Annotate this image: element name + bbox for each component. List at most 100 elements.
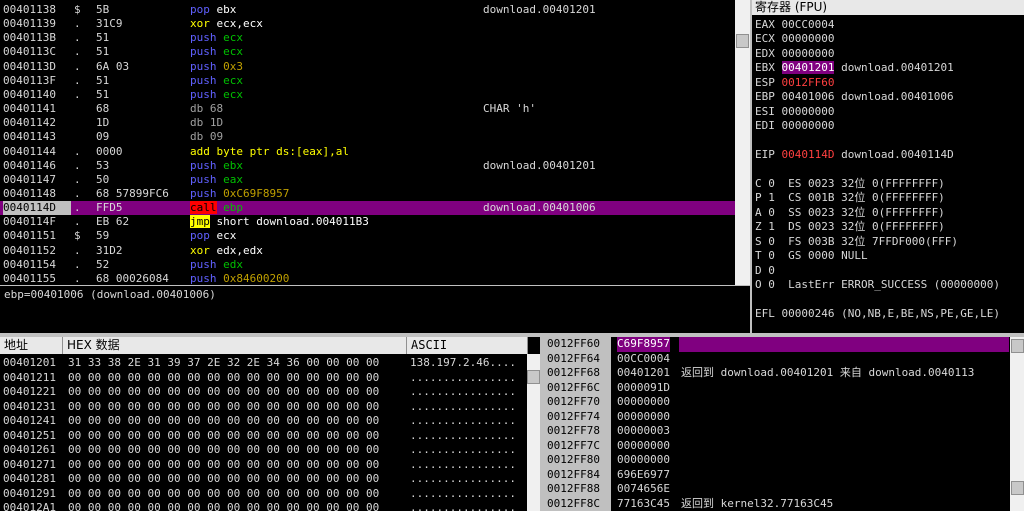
- disassembly-row[interactable]: 0040113D. 6A 03 push 0x3: [0, 60, 735, 74]
- memory-dump-pane[interactable]: 地址 HEX 数据 ASCII 00401201 31 33 38 2E 31 3…: [0, 337, 540, 511]
- dump-scroll-thumb[interactable]: [527, 370, 540, 384]
- stack-row[interactable]: 0012FF74 00000000: [543, 409, 1009, 424]
- dump-address: 00401241: [3, 414, 56, 427]
- disassembly-row[interactable]: 0040113B. 51 push ecx: [0, 31, 735, 45]
- instruction-mnemonic: push: [190, 45, 217, 59]
- register-line[interactable]: EDI 00000000: [755, 119, 834, 133]
- dump-address: 00401261: [3, 443, 56, 456]
- stack-value: 00000000: [617, 395, 670, 408]
- dump-hex-bytes: 00 00 00 00 00 00 00 00 00 00 00 00 00 0…: [68, 385, 380, 398]
- register-line[interactable]: S 0 FS 003B 32位 7FFDF000(FFF): [755, 235, 958, 249]
- register-line[interactable]: P 1 CS 001B 32位 0(FFFFFFFF): [755, 191, 945, 205]
- instruction-marker: .: [74, 172, 81, 186]
- register-text: A 0 SS 0023 32位 0(FFFFFFFF): [755, 205, 945, 219]
- register-line[interactable]: A 0 SS 0023 32位 0(FFFFFFFF): [755, 206, 945, 220]
- dump-scrollbar[interactable]: [527, 354, 540, 511]
- register-line[interactable]: EAX 00CC0004: [755, 18, 834, 32]
- dump-header-ascii[interactable]: ASCII: [407, 337, 528, 354]
- register-value-changed: 0012FF60: [781, 75, 835, 89]
- dump-address: 00401281: [3, 472, 56, 485]
- instruction-bytes: 68 57899FC6: [96, 186, 169, 200]
- instruction-text: pop ecx: [190, 229, 480, 243]
- stack-row[interactable]: 0012FF80 00000000: [543, 453, 1009, 468]
- stack-row[interactable]: 0012FF68 00401201 返回到 download.00401201 来自…: [543, 366, 1009, 381]
- instruction-marker: .: [74, 257, 81, 271]
- dump-ascii: ................: [410, 385, 516, 398]
- registers-pane[interactable]: 寄存器 (FPU) EAX 00CC0004 ECX 00000000 EDX 00…: [752, 0, 1024, 335]
- disassembly-row[interactable]: 0040114F. EB 62 jmp short download.004011B…: [0, 215, 735, 229]
- registers-title-bar[interactable]: 寄存器 (FPU): [752, 0, 1024, 15]
- instruction-address: 00401155: [3, 271, 56, 285]
- disassembly-row[interactable]: 00401147. 50 push eax: [0, 173, 735, 187]
- disassembly-row[interactable]: 00401146. 53 push ebx download.00401201: [0, 159, 735, 173]
- stack-comment: 返回到 kernel32.77163C45: [681, 496, 834, 510]
- register-line[interactable]: ESI 00000000: [755, 105, 834, 119]
- stack-row[interactable]: 0012FF8C 77163C45 返回到 kernel32.77163C45: [543, 496, 1009, 511]
- stack-pane[interactable]: 0012FF60 C69F8957 0012FF64 00CC0004 0012FF68…: [543, 337, 1009, 511]
- register-line[interactable]: C 0 ES 0023 32位 0(FFFFFFFF): [755, 177, 945, 191]
- register-line[interactable]: EBP 00401006 download.00401006: [755, 90, 954, 104]
- stack-row[interactable]: 0012FF70 00000000: [543, 395, 1009, 410]
- stack-row[interactable]: 0012FF78 00000003: [543, 424, 1009, 439]
- disassembly-scroll-thumb[interactable]: [736, 34, 749, 48]
- stack-value: 696E6977: [617, 467, 670, 481]
- instruction-mnemonic: push: [190, 31, 217, 45]
- register-line[interactable]: EDX 00000000: [755, 47, 834, 61]
- disassembly-row[interactable]: 00401138 $5B pop ebx download.00401201: [0, 3, 735, 17]
- stack-value: 00CC0004: [617, 351, 670, 365]
- disassembly-pane[interactable]: 00401138 $5B pop ebx download.00401201 00401…: [0, 0, 735, 286]
- dump-hex-bytes: 00 00 00 00 00 00 00 00 00 00 00 00 00 0…: [68, 501, 380, 511]
- register-line[interactable]: EBX 00401201 download.00401201: [755, 61, 954, 75]
- disassembly-row[interactable]: 0040113C. 51 push ecx: [0, 45, 735, 59]
- register-text: EDI 00000000: [755, 119, 835, 133]
- disassembly-row[interactable]: 00401151 $59 pop ecx: [0, 229, 735, 243]
- register-line[interactable]: Z 1 DS 0023 32位 0(FFFFFFFF): [755, 220, 945, 234]
- disassembly-row[interactable]: 00401143 09 db 09: [0, 130, 735, 144]
- disassembly-row[interactable]: 00401142 1D db 1D: [0, 116, 735, 130]
- stack-value: 00000003: [617, 424, 670, 437]
- disassembly-scrollbar[interactable]: [735, 0, 750, 286]
- instruction-mnemonic: call: [190, 201, 217, 215]
- instruction-bytes: 52: [96, 257, 110, 271]
- disassembly-row[interactable]: 00401152. 31D2 xor edx,edx: [0, 244, 735, 258]
- instruction-marker: $: [74, 3, 81, 16]
- register-text: EIP: [755, 148, 782, 162]
- instruction-marker: .: [74, 87, 81, 101]
- stack-scrollbar[interactable]: [1010, 337, 1024, 511]
- register-line[interactable]: EIP 0040114D download.0040114D: [755, 148, 954, 162]
- dump-header-address[interactable]: 地址: [0, 337, 63, 354]
- disassembly-row[interactable]: 00401140. 51 push ecx: [0, 88, 735, 102]
- instruction-operands: ebx: [216, 3, 237, 16]
- disassembly-row[interactable]: 00401139. 31C9 xor ecx,ecx: [0, 17, 735, 31]
- register-comment: download.0040114D: [834, 148, 954, 162]
- instruction-comment: download.00401201: [483, 158, 596, 172]
- stack-row[interactable]: 0012FF7C 00000000: [543, 438, 1009, 453]
- dump-hex-bytes: 00 00 00 00 00 00 00 00 00 00 00 00 00 0…: [68, 472, 380, 485]
- register-line[interactable]: EFL 00000246 (NO,NB,E,BE,NS,PE,GE,LE): [755, 307, 1000, 321]
- stack-scroll-thumb-lower[interactable]: [1011, 481, 1024, 495]
- stack-row[interactable]: 0012FF60 C69F8957: [543, 337, 1009, 352]
- dump-hex-bytes: 00 00 00 00 00 00 00 00 00 00 00 00 00 0…: [68, 457, 380, 471]
- register-line[interactable]: O 0 LastErr ERROR_SUCCESS (00000000): [755, 278, 1000, 292]
- stack-row[interactable]: 0012FF64 00CC0004: [543, 351, 1009, 366]
- register-line[interactable]: ECX 00000000: [755, 32, 834, 46]
- register-line[interactable]: T 0 GS 0000 NULL: [755, 249, 868, 263]
- dump-hex-bytes: 00 00 00 00 00 00 00 00 00 00 00 00 00 0…: [68, 370, 380, 384]
- register-line[interactable]: D 0: [755, 264, 775, 278]
- stack-row[interactable]: 0012FF84 696E6977: [543, 467, 1009, 482]
- instruction-mnemonic: push: [190, 59, 217, 73]
- stack-row[interactable]: 0012FF88 0074656E: [543, 482, 1009, 497]
- stack-row[interactable]: 0012FF6C 0000091D: [543, 380, 1009, 395]
- disassembly-row[interactable]: 00401144. 0000 add byte ptr ds:[eax],al: [0, 145, 735, 159]
- stack-address: 0012FF6C: [543, 380, 611, 395]
- register-line[interactable]: ESP 0012FF60: [755, 76, 834, 90]
- instruction-mnemonic: db: [190, 102, 204, 116]
- disassembly-row[interactable]: 00401148. 68 57899FC6 push 0xC69F8957: [0, 187, 735, 201]
- disassembly-row[interactable]: 00401141 68 db 68 CHAR 'h': [0, 102, 735, 116]
- stack-scroll-thumb[interactable]: [1011, 339, 1024, 353]
- disassembly-row[interactable]: 0040113F. 51 push ecx: [0, 74, 735, 88]
- disassembly-row[interactable]: 00401155. 68 00026084 push 0x84600200: [0, 272, 735, 286]
- disassembly-row[interactable]: 00401154. 52 push edx: [0, 258, 735, 272]
- dump-header-hex[interactable]: HEX 数据: [63, 337, 407, 354]
- disassembly-row[interactable]: 0040114D. FFD5 call ebp download.00401006: [0, 201, 735, 216]
